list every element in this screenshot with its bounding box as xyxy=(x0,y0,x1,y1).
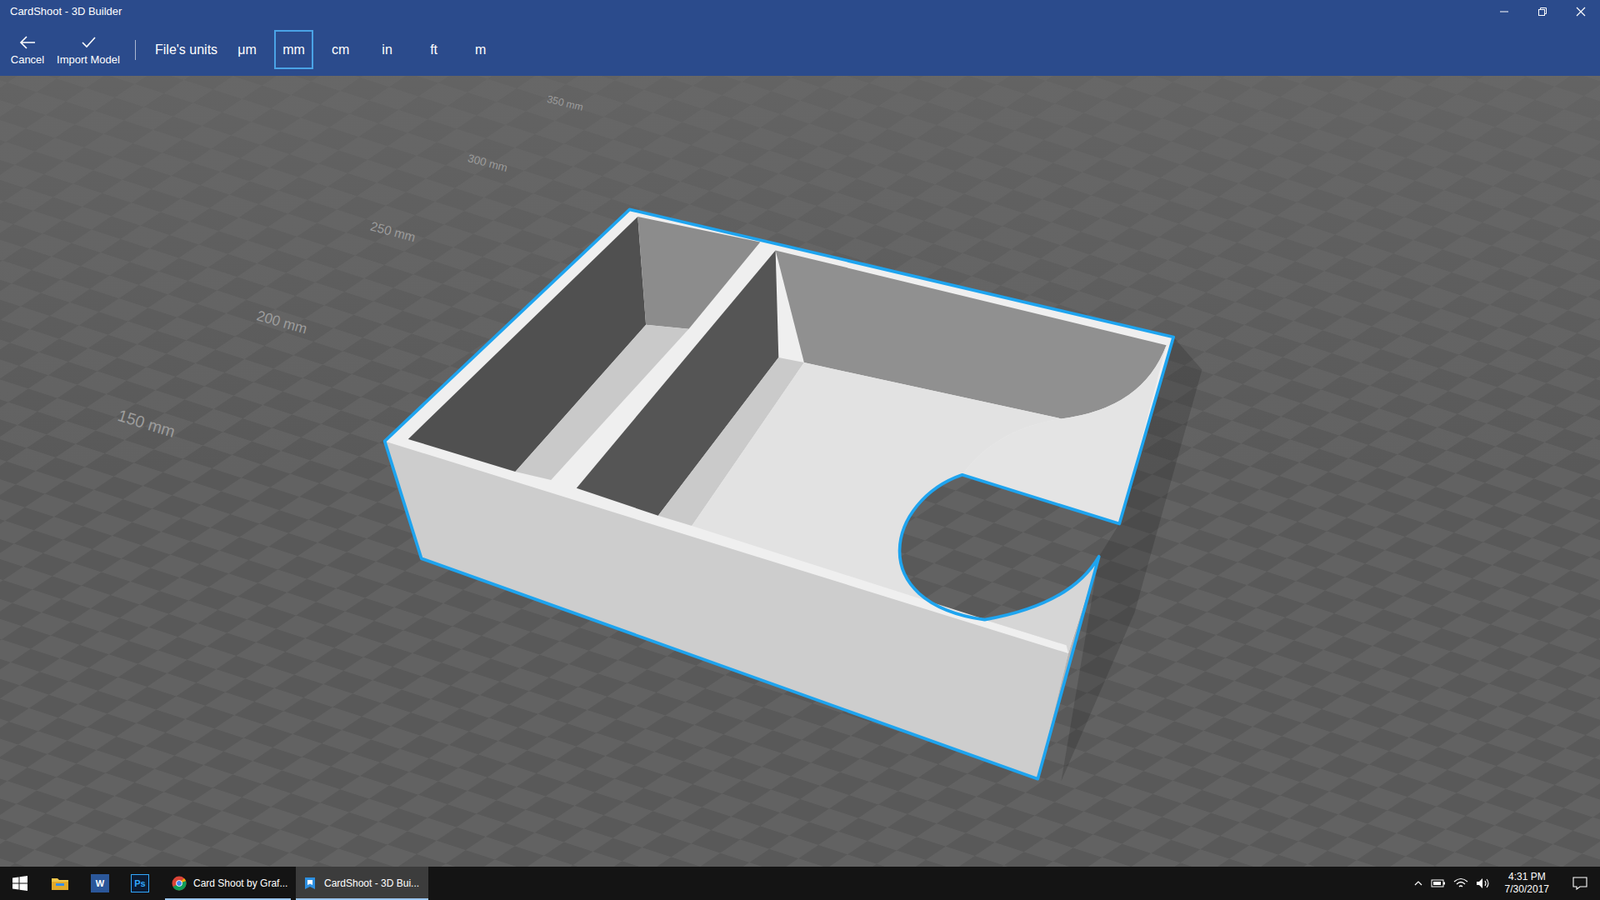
minimize-icon xyxy=(1499,6,1510,17)
separator xyxy=(135,40,136,60)
window-title: CardShoot - 3D Builder xyxy=(0,3,1485,20)
photoshop-button[interactable]: Ps xyxy=(120,866,160,900)
running-indicator xyxy=(295,898,429,900)
unit-label: in xyxy=(381,40,392,60)
card-shoot-model[interactable] xyxy=(385,209,1203,781)
window-label: CardShoot - 3D Bui... xyxy=(324,875,420,891)
taskbar-window[interactable]: CardShoot - 3D Bui... xyxy=(295,866,429,900)
taskbar-window[interactable]: Card Shoot by Graf... xyxy=(165,866,291,900)
windows-logo-icon xyxy=(12,875,28,891)
unit-button[interactable]: mm xyxy=(274,30,314,70)
import-model-button[interactable]: Import Model xyxy=(55,32,122,67)
units-group: μm mm cm in ft m xyxy=(227,30,500,70)
unit-label: ft xyxy=(430,40,438,60)
spacer xyxy=(428,866,1414,900)
axis-label: 300 mm xyxy=(466,151,510,175)
units-label: File's units xyxy=(155,40,218,60)
notification-icon xyxy=(1572,876,1588,890)
clock-time: 4:31 PM xyxy=(1508,870,1546,884)
toolbar: Cancel Import Model File's units μm mm cm in ft… xyxy=(0,23,1600,76)
checkmark-icon xyxy=(79,34,98,51)
action-label: Cancel xyxy=(10,53,45,67)
unit-button[interactable]: cm xyxy=(320,30,360,70)
restore-icon xyxy=(1537,6,1548,17)
taskbar: W Ps Card Shoot by Graf... CardShoot - 3D B… xyxy=(0,866,1600,900)
unit-button[interactable]: μm xyxy=(227,30,267,70)
axis-label: 250 mm xyxy=(369,219,418,245)
model-rim xyxy=(385,209,1175,779)
unit-button[interactable]: m xyxy=(460,30,500,70)
word-button[interactable]: W xyxy=(80,866,120,900)
restore-button[interactable] xyxy=(1523,0,1562,24)
unit-label: cm xyxy=(331,40,350,60)
icon-glyph: W xyxy=(95,879,105,889)
selection-outline xyxy=(385,209,1175,779)
photoshop-icon: Ps xyxy=(130,874,150,893)
unit-button[interactable]: in xyxy=(367,30,407,70)
word-icon: W xyxy=(90,874,110,893)
window-label: Card Shoot by Graf... xyxy=(193,875,288,891)
3d-builder-icon xyxy=(302,875,318,891)
cancel-button[interactable]: Cancel xyxy=(0,32,55,67)
floor-grid xyxy=(0,75,1600,867)
axis-label: 150 mm xyxy=(115,405,178,441)
viewport[interactable]: 350 mm 300 mm 250 mm 200 mm 150 mm xyxy=(0,75,1600,867)
axis-label: 200 mm xyxy=(255,306,310,337)
close-button[interactable] xyxy=(1561,0,1600,24)
unit-button[interactable]: ft xyxy=(414,30,454,70)
clock[interactable]: 4:31 PM7/30/2017 xyxy=(1498,870,1556,896)
close-icon xyxy=(1575,6,1586,17)
action-center-button[interactable] xyxy=(1563,866,1597,900)
action-label: Import Model xyxy=(56,53,120,67)
axis-label: 350 mm xyxy=(545,93,585,114)
unit-label: μm xyxy=(237,40,257,60)
running-indicator xyxy=(165,898,291,900)
volume-icon xyxy=(1475,877,1491,890)
explorer-button[interactable] xyxy=(40,866,80,900)
chevron-up-icon xyxy=(1413,878,1424,889)
icon-glyph: Ps xyxy=(134,879,145,889)
wifi-icon xyxy=(1453,877,1469,890)
back-arrow-icon xyxy=(18,34,37,51)
unit-label: mm xyxy=(282,40,305,60)
minimize-button[interactable] xyxy=(1485,0,1524,24)
battery-icon xyxy=(1430,878,1446,889)
clock-date: 7/30/2017 xyxy=(1505,883,1550,896)
title-row: CardShoot - 3D Builder xyxy=(0,0,1600,24)
scene-canvas[interactable]: 350 mm 300 mm 250 mm 200 mm 150 mm xyxy=(0,75,1600,867)
start-button[interactable] xyxy=(0,866,40,900)
folder-icon xyxy=(50,875,70,891)
system-tray: 4:31 PM7/30/2017 xyxy=(1413,866,1600,900)
unit-label: m xyxy=(475,40,486,60)
title-bar: CardShoot - 3D Builder Cancel Import Model… xyxy=(0,0,1600,76)
chrome-icon xyxy=(171,875,187,891)
